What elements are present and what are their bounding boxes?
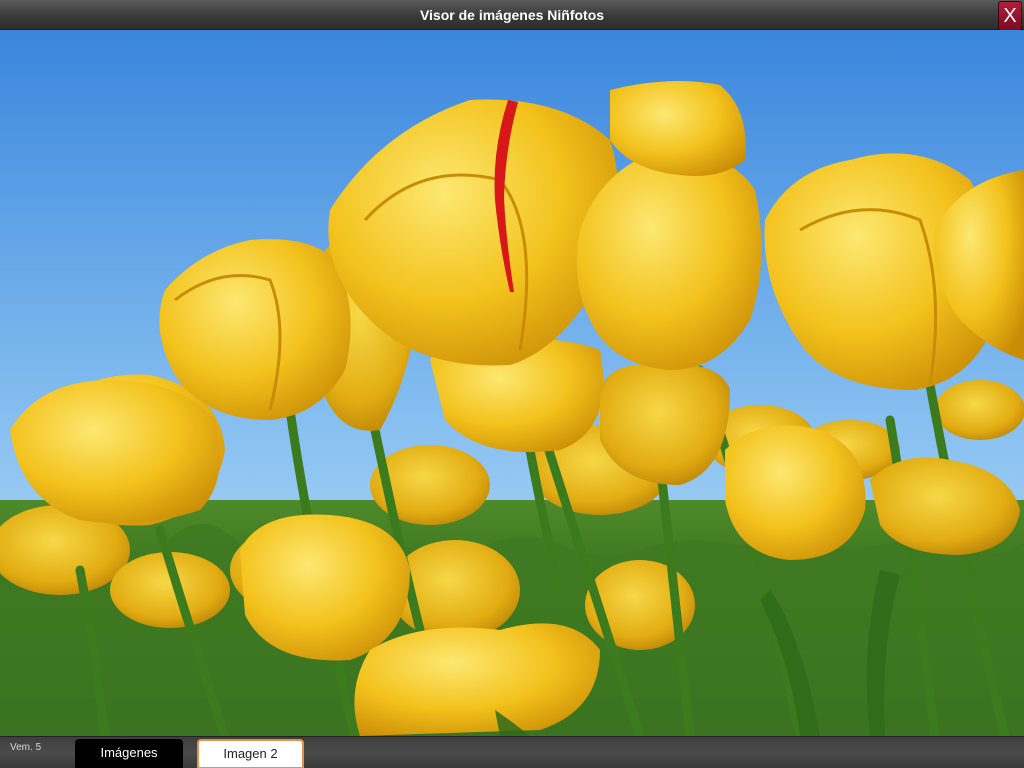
bottom-toolbar: Vem. 5 Imágenes Imagen 2 bbox=[0, 736, 1024, 768]
app-window: Visor de imágenes Niñfotos X Vem. 5 Imág… bbox=[0, 0, 1024, 768]
image-viewer bbox=[0, 30, 1024, 736]
window-title: Visor de imágenes Niñfotos bbox=[419, 7, 605, 23]
tulips-photo bbox=[0, 30, 1024, 736]
close-button[interactable]: X bbox=[998, 1, 1022, 31]
version-label: Vem. 5 bbox=[10, 742, 42, 753]
tab-imagenes[interactable]: Imágenes bbox=[75, 739, 183, 768]
tab-imagen-2[interactable]: Imagen 2 bbox=[197, 739, 304, 768]
title-bar: Visor de imágenes Niñfotos X bbox=[0, 0, 1024, 31]
